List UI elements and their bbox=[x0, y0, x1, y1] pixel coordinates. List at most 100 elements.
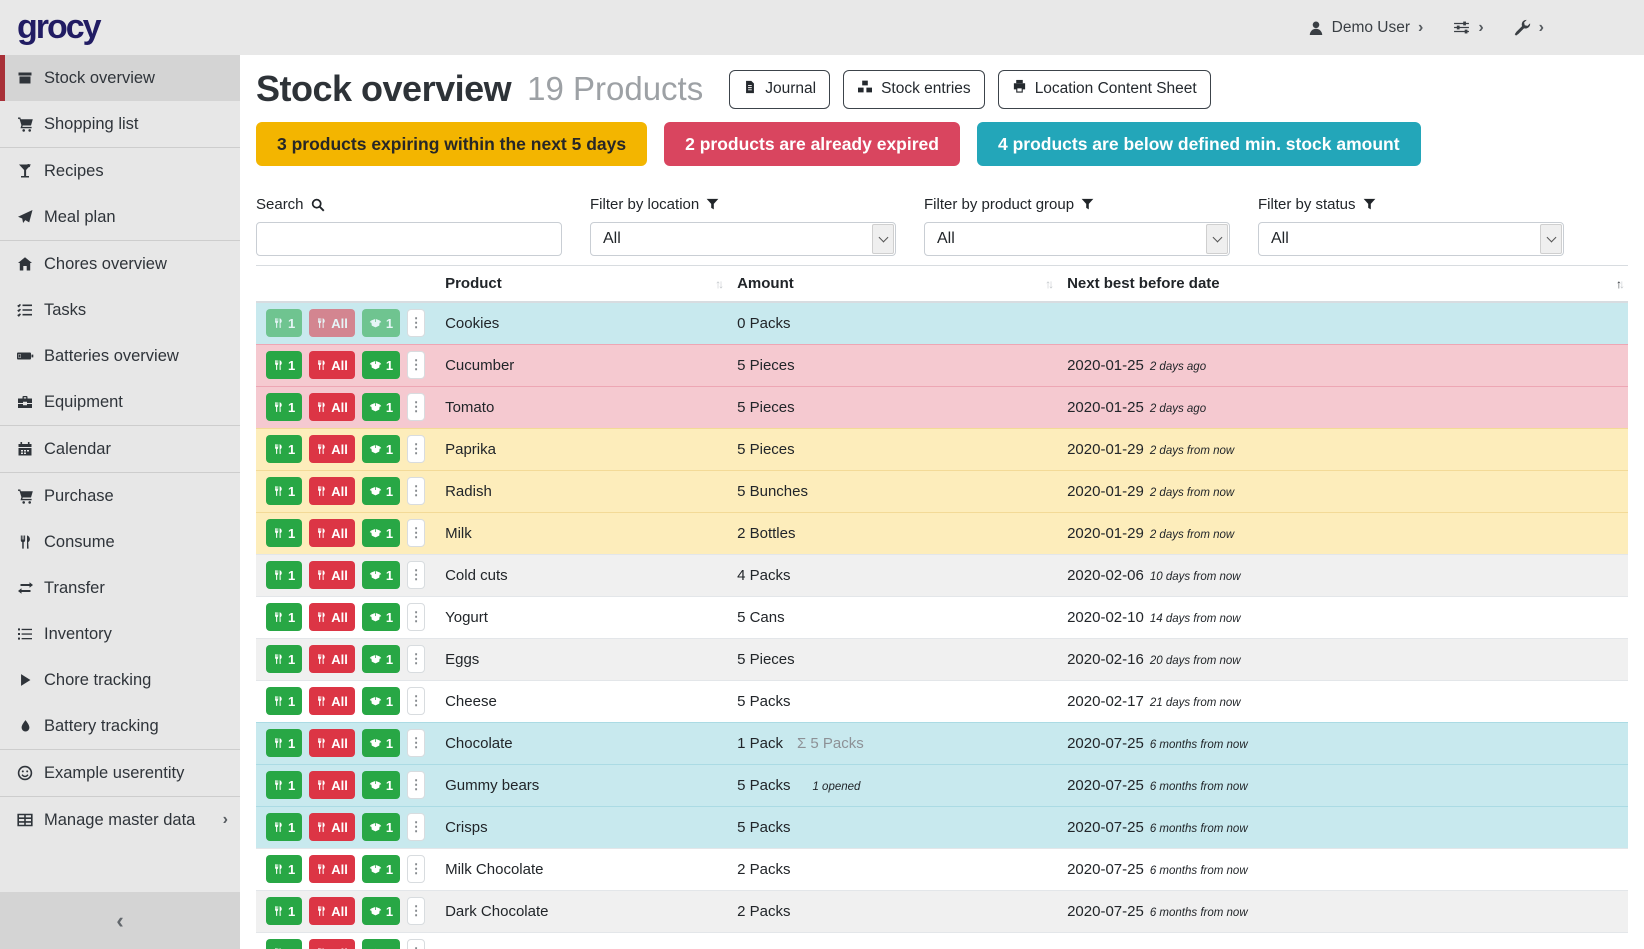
consume-one-button[interactable]: 1 bbox=[266, 561, 302, 589]
search-input[interactable] bbox=[256, 222, 562, 256]
consume-one-button[interactable]: 1 bbox=[266, 687, 302, 715]
consume-all-button[interactable]: All bbox=[309, 855, 355, 883]
row-menu-button[interactable]: ⋮ bbox=[407, 351, 425, 379]
sort-icon[interactable]: ↑↓ bbox=[715, 277, 721, 291]
consume-all-button[interactable]: All bbox=[309, 687, 355, 715]
open-one-button[interactable]: 1 bbox=[362, 939, 400, 949]
location-content-sheet-button[interactable]: Location Content Sheet bbox=[998, 70, 1211, 109]
open-one-button[interactable]: 1 bbox=[362, 771, 400, 799]
product-group-select[interactable]: All bbox=[924, 222, 1230, 256]
sidebar-item-calendar[interactable]: Calendar bbox=[0, 426, 240, 472]
consume-all-button[interactable]: All bbox=[309, 393, 355, 421]
consume-all-button[interactable]: All bbox=[309, 645, 355, 673]
consume-one-button[interactable]: 1 bbox=[266, 897, 302, 925]
sidebar-collapse-button[interactable]: ‹ bbox=[0, 892, 240, 949]
sort-icon[interactable]: ↑↓ bbox=[1616, 277, 1622, 291]
sidebar-item-stock-overview[interactable]: Stock overview bbox=[0, 55, 240, 101]
open-one-button[interactable]: 1 bbox=[362, 855, 400, 883]
date-column-header[interactable]: Next best before date ↑↓ bbox=[1057, 266, 1628, 303]
below-min-stock-banner[interactable]: 4 products are below defined min. stock … bbox=[977, 122, 1421, 166]
consume-all-button[interactable]: All bbox=[309, 771, 355, 799]
consume-one-button[interactable]: 1 bbox=[266, 435, 302, 463]
consume-one-button[interactable]: 1 bbox=[266, 813, 302, 841]
sidebar-item-battery-tracking[interactable]: Battery tracking bbox=[0, 703, 240, 749]
consume-one-button[interactable]: 1 bbox=[266, 603, 302, 631]
settings-menu[interactable]: › bbox=[1453, 19, 1483, 36]
open-one-button[interactable]: 1 bbox=[362, 603, 400, 631]
row-menu-button[interactable]: ⋮ bbox=[407, 687, 425, 715]
row-menu-button[interactable]: ⋮ bbox=[407, 771, 425, 799]
open-one-button[interactable]: 1 bbox=[362, 477, 400, 505]
consume-all-button[interactable]: All bbox=[309, 897, 355, 925]
consume-all-button[interactable]: All bbox=[309, 729, 355, 757]
sidebar-item-purchase[interactable]: Purchase bbox=[0, 473, 240, 519]
row-menu-button[interactable]: ⋮ bbox=[407, 939, 425, 949]
sidebar-item-example-userentity[interactable]: Example userentity bbox=[0, 750, 240, 796]
sidebar-item-batteries-overview[interactable]: Batteries overview bbox=[0, 333, 240, 379]
status-select[interactable]: All bbox=[1258, 222, 1564, 256]
product-column-header[interactable]: Product ↑↓ bbox=[435, 266, 727, 303]
expiring-soon-banner[interactable]: 3 products expiring within the next 5 da… bbox=[256, 122, 647, 166]
sidebar-item-chore-tracking[interactable]: Chore tracking bbox=[0, 657, 240, 703]
sidebar-item-manage-master-data[interactable]: Manage master data › bbox=[0, 797, 240, 843]
user-menu[interactable]: Demo User › bbox=[1308, 19, 1424, 37]
consume-one-button[interactable]: 1 bbox=[266, 771, 302, 799]
row-menu-button[interactable]: ⋮ bbox=[407, 309, 425, 337]
consume-one-button[interactable]: 1 bbox=[266, 855, 302, 883]
admin-menu[interactable]: › bbox=[1514, 19, 1544, 36]
consume-one-button[interactable]: 1 bbox=[266, 645, 302, 673]
open-one-button[interactable]: 1 bbox=[362, 561, 400, 589]
sidebar-item-equipment[interactable]: Equipment bbox=[0, 379, 240, 425]
row-menu-button[interactable]: ⋮ bbox=[407, 477, 425, 505]
consume-one-button[interactable]: 1 bbox=[266, 729, 302, 757]
row-menu-button[interactable]: ⋮ bbox=[407, 435, 425, 463]
row-menu-button[interactable]: ⋮ bbox=[407, 729, 425, 757]
consume-all-button[interactable]: All bbox=[309, 477, 355, 505]
sidebar-item-shopping-list[interactable]: Shopping list bbox=[0, 101, 240, 147]
sidebar-item-transfer[interactable]: Transfer bbox=[0, 565, 240, 611]
sidebar-item-consume[interactable]: Consume bbox=[0, 519, 240, 565]
expired-banner[interactable]: 2 products are already expired bbox=[664, 122, 960, 166]
sidebar-item-recipes[interactable]: Recipes bbox=[0, 148, 240, 194]
sort-icon[interactable]: ↑↓ bbox=[1045, 277, 1051, 291]
consume-all-button[interactable]: All bbox=[309, 939, 355, 949]
open-one-button[interactable]: 1 bbox=[362, 687, 400, 715]
open-one-button[interactable]: 1 bbox=[362, 309, 400, 337]
consume-one-button[interactable]: 1 bbox=[266, 309, 302, 337]
open-one-button[interactable]: 1 bbox=[362, 813, 400, 841]
open-one-button[interactable]: 1 bbox=[362, 435, 400, 463]
row-menu-button[interactable]: ⋮ bbox=[407, 393, 425, 421]
consume-all-button[interactable]: All bbox=[309, 435, 355, 463]
journal-button[interactable]: Journal bbox=[729, 70, 830, 109]
consume-all-button[interactable]: All bbox=[309, 603, 355, 631]
open-one-button[interactable]: 1 bbox=[362, 645, 400, 673]
consume-all-button[interactable]: All bbox=[309, 519, 355, 547]
stock-entries-button[interactable]: Stock entries bbox=[843, 70, 985, 109]
row-menu-button[interactable]: ⋮ bbox=[407, 813, 425, 841]
location-select[interactable]: All bbox=[590, 222, 896, 256]
open-one-button[interactable]: 1 bbox=[362, 393, 400, 421]
consume-all-button[interactable]: All bbox=[309, 813, 355, 841]
amount-column-header[interactable]: Amount ↑↓ bbox=[727, 266, 1057, 303]
row-menu-button[interactable]: ⋮ bbox=[407, 603, 425, 631]
row-menu-button[interactable]: ⋮ bbox=[407, 519, 425, 547]
consume-all-button[interactable]: All bbox=[309, 351, 355, 379]
consume-one-button[interactable]: 1 bbox=[266, 351, 302, 379]
consume-one-button[interactable]: 1 bbox=[266, 519, 302, 547]
sidebar-item-chores-overview[interactable]: Chores overview bbox=[0, 241, 240, 287]
consume-all-button[interactable]: All bbox=[309, 561, 355, 589]
row-menu-button[interactable]: ⋮ bbox=[407, 855, 425, 883]
consume-one-button[interactable]: 1 bbox=[266, 939, 302, 949]
sidebar-item-tasks[interactable]: Tasks bbox=[0, 287, 240, 333]
sidebar-item-meal-plan[interactable]: Meal plan bbox=[0, 194, 240, 240]
consume-all-button[interactable]: All bbox=[309, 309, 355, 337]
open-one-button[interactable]: 1 bbox=[362, 519, 400, 547]
sidebar-item-inventory[interactable]: Inventory bbox=[0, 611, 240, 657]
consume-one-button[interactable]: 1 bbox=[266, 393, 302, 421]
row-menu-button[interactable]: ⋮ bbox=[407, 645, 425, 673]
consume-one-button[interactable]: 1 bbox=[266, 477, 302, 505]
open-one-button[interactable]: 1 bbox=[362, 729, 400, 757]
row-menu-button[interactable]: ⋮ bbox=[407, 561, 425, 589]
open-one-button[interactable]: 1 bbox=[362, 351, 400, 379]
row-menu-button[interactable]: ⋮ bbox=[407, 897, 425, 925]
